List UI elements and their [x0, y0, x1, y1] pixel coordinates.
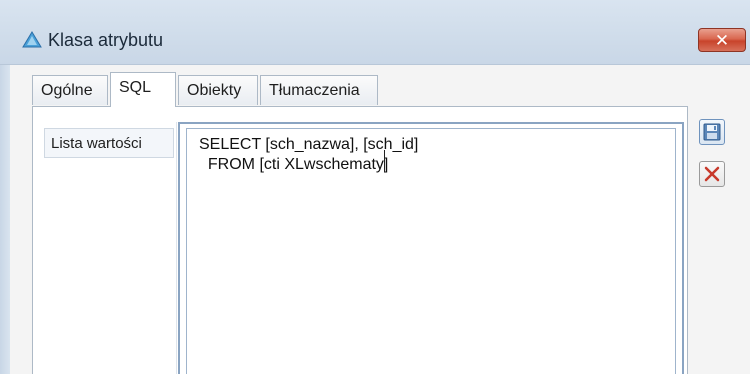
delete-icon: [704, 166, 720, 182]
value-list-label: Lista wartości: [44, 128, 174, 158]
window-title: Klasa atrybutu: [48, 30, 164, 50]
tab-obiekty[interactable]: Obiekty: [178, 75, 258, 105]
delete-button[interactable]: [699, 161, 725, 187]
close-button[interactable]: ✕: [698, 28, 746, 52]
sql-query-editor[interactable]: SELECT [sch_nazwa], [sch_id] FROM [cti X…: [186, 128, 676, 374]
title-bar[interactable]: Klasa atrybutu ✕: [0, 0, 750, 65]
panel-divider: [176, 122, 177, 374]
sql-line-1: SELECT [sch_nazwa], [sch_id]: [199, 136, 419, 153]
save-icon: [703, 123, 721, 141]
dialog-window: Klasa atrybutu ✕ Ogólne SQL Obiekty Tłum…: [0, 0, 750, 374]
tab-ogolne[interactable]: Ogólne: [32, 75, 108, 105]
save-button[interactable]: [699, 119, 725, 145]
text-caret: [384, 150, 385, 172]
close-icon: ✕: [714, 31, 730, 50]
tab-sql[interactable]: SQL: [110, 72, 176, 107]
app-triangle-icon: [22, 31, 42, 48]
tab-tlumaczenia[interactable]: Tłumaczenia: [260, 75, 378, 105]
sql-line-2: FROM [cti XLwschematy]: [199, 156, 389, 173]
